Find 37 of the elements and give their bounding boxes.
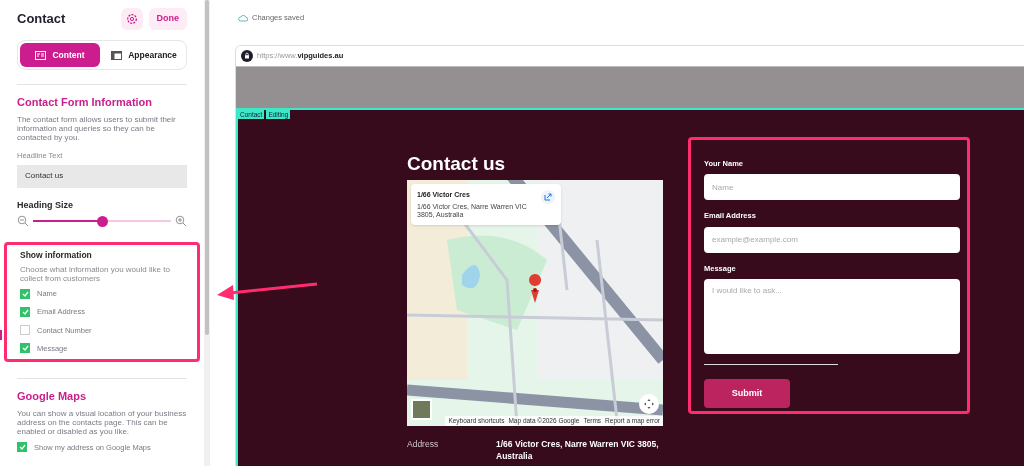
slider-thumb[interactable] <box>97 215 108 227</box>
checkbox[interactable] <box>17 442 27 453</box>
email-field[interactable]: example@example.com <box>704 226 960 253</box>
address-label: Address <box>407 438 440 451</box>
edge-marker <box>0 330 2 340</box>
zoom-out-icon[interactable] <box>17 215 29 228</box>
settings-button[interactable] <box>120 8 143 30</box>
checkbox[interactable] <box>20 343 30 354</box>
checkbox[interactable] <box>20 288 30 299</box>
move-icon <box>643 398 655 410</box>
section-description: Choose what information you would like to collect from customers <box>20 265 171 283</box>
cloud-icon <box>238 13 248 22</box>
section-description: You can show a visual location of your business address on the contacts page. This can be enabled or disabled as you like. <box>17 408 187 436</box>
name-field[interactable]: Name <box>704 174 960 201</box>
external-link-icon[interactable] <box>541 190 555 204</box>
map-thumbnail[interactable] <box>411 399 432 420</box>
section-description: The contact form allows users to submit their information and queries so they can be contacted by you. <box>17 114 177 142</box>
section-title: Contact Form Information <box>17 95 154 110</box>
section-title: Google Maps <box>17 389 88 404</box>
field-label: Heading Size <box>17 198 74 212</box>
headline-text-field[interactable]: Contact us <box>17 164 187 188</box>
submit-button[interactable]: Submit <box>704 378 790 408</box>
layout-icon <box>111 50 123 60</box>
done-button[interactable]: Done <box>148 8 187 30</box>
address-value: 1/66 Victor Cres, Narre Warren VIC 3805, Australia <box>496 438 660 462</box>
lock-icon <box>241 50 253 62</box>
checkbox[interactable] <box>20 325 30 336</box>
map-pan-control[interactable] <box>639 394 659 414</box>
panel-title: Contact <box>17 10 66 29</box>
card-icon <box>35 50 47 60</box>
page-heading: Contact us <box>407 152 507 176</box>
checkbox[interactable] <box>20 306 30 317</box>
tab[interactable]: Content <box>20 43 100 67</box>
gear-icon <box>125 13 138 25</box>
section-subtitle: Show information <box>20 249 93 262</box>
zoom-in-icon[interactable] <box>175 215 187 228</box>
scrollbar-thumb[interactable] <box>205 0 209 335</box>
